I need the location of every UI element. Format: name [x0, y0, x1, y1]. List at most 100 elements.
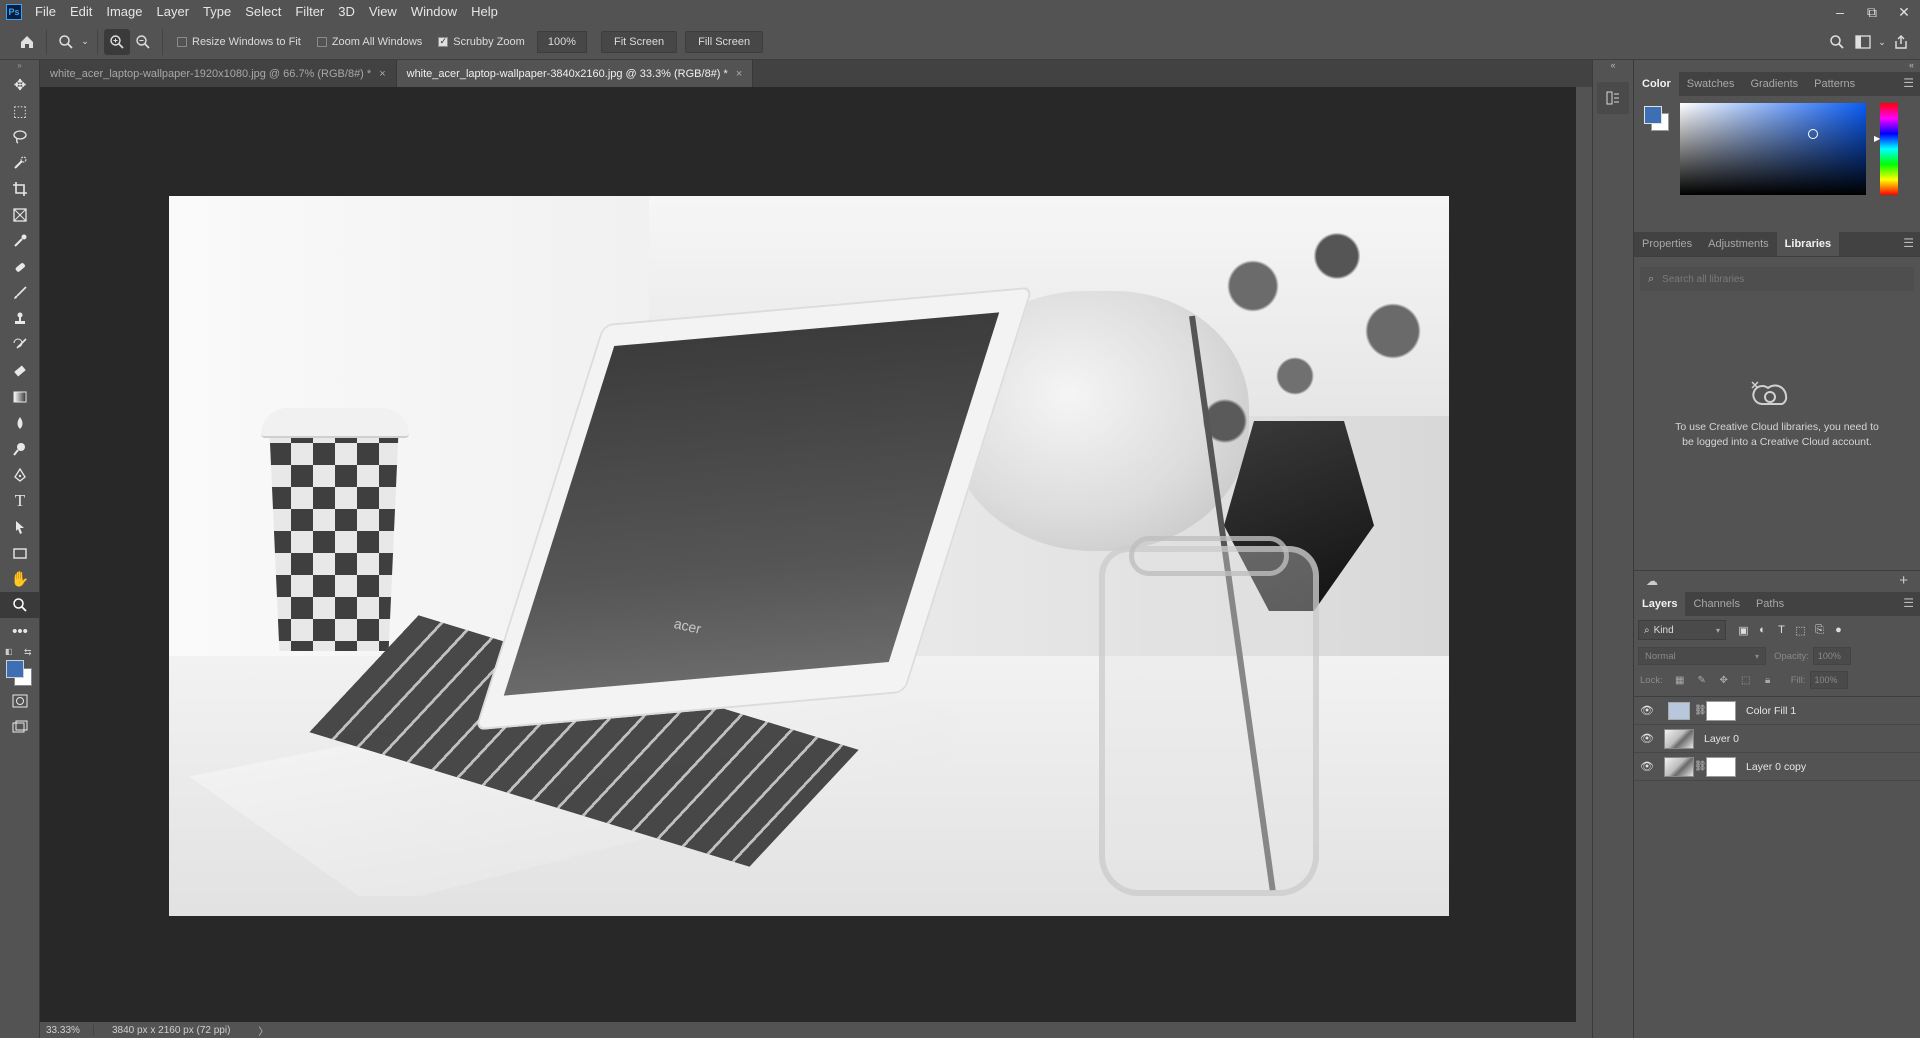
tab-layers[interactable]: Layers	[1634, 592, 1686, 616]
menu-filter[interactable]: Filter	[288, 0, 331, 24]
zoom-tool-icon[interactable]	[0, 592, 40, 618]
add-icon[interactable]: +	[1899, 572, 1908, 589]
canvas-scrollbar[interactable]	[1576, 87, 1592, 1022]
lock-image-icon[interactable]: ✎	[1691, 675, 1713, 686]
menu-type[interactable]: Type	[196, 0, 238, 24]
tab-channels[interactable]: Channels	[1685, 592, 1747, 616]
checkbox-box[interactable]	[316, 36, 327, 47]
close-icon[interactable]: ×	[736, 68, 742, 80]
rectangle-tool-icon[interactable]	[0, 540, 40, 566]
type-filter-icon[interactable]: T	[1772, 624, 1791, 637]
filter-toggle-icon[interactable]: ●	[1829, 624, 1848, 637]
visibility-eye-icon[interactable]: 👁︎	[1634, 760, 1660, 773]
canvas-area[interactable]: acer	[40, 87, 1576, 1022]
layer-row[interactable]: 👁︎ ⛓︎ Color Fill 1	[1634, 697, 1920, 725]
color-picker-field[interactable]	[1680, 103, 1866, 195]
hue-slider[interactable]	[1880, 103, 1898, 195]
lock-position-icon[interactable]: ✥	[1713, 675, 1735, 686]
shape-filter-icon[interactable]: ⬚	[1791, 624, 1810, 637]
lock-artboard-icon[interactable]: ⬚	[1735, 675, 1757, 686]
foreground-color-swatch[interactable]	[1644, 106, 1662, 124]
scrubby-zoom-checkbox[interactable]: ✓ Scrubby Zoom	[438, 36, 525, 48]
search-icon[interactable]	[1824, 29, 1850, 55]
blur-tool-icon[interactable]	[0, 410, 40, 436]
zoom-all-windows-checkbox[interactable]: Zoom All Windows	[316, 36, 422, 48]
path-selection-tool-icon[interactable]	[0, 514, 40, 540]
move-tool-icon[interactable]: ✥	[0, 72, 40, 98]
quick-mask-icon[interactable]	[0, 688, 40, 714]
pixel-filter-icon[interactable]: ▣	[1734, 624, 1753, 637]
smart-object-filter-icon[interactable]: ⎘	[1810, 624, 1829, 637]
menu-window[interactable]: Window	[404, 0, 464, 24]
tab-patterns[interactable]: Patterns	[1806, 72, 1863, 96]
zoom-out-icon[interactable]	[130, 29, 156, 55]
visibility-eye-icon[interactable]: 👁︎	[1634, 704, 1660, 717]
opacity-field[interactable]: 100%	[1812, 647, 1851, 665]
tab-adjustments[interactable]: Adjustments	[1700, 232, 1777, 256]
frame-tool-icon[interactable]	[0, 202, 40, 228]
tab-libraries[interactable]: Libraries	[1776, 232, 1840, 256]
gradient-tool-icon[interactable]	[0, 384, 40, 410]
dodge-tool-icon[interactable]	[0, 436, 40, 462]
crop-tool-icon[interactable]	[0, 176, 40, 202]
filter-kind-select[interactable]: ⌕ Kind ▾	[1638, 620, 1726, 640]
collapse-icon[interactable]: »	[0, 60, 39, 72]
menu-help[interactable]: Help	[464, 0, 505, 24]
resize-windows-checkbox[interactable]: Resize Windows to Fit	[177, 36, 301, 48]
clone-stamp-tool-icon[interactable]	[0, 306, 40, 332]
layer-row[interactable]: 👁︎ Layer 0	[1634, 725, 1920, 753]
quick-selection-tool-icon[interactable]	[0, 150, 40, 176]
menu-edit[interactable]: Edit	[63, 0, 99, 24]
checkmark-icon[interactable]: ✓	[438, 36, 449, 47]
chevron-down-icon[interactable]: ⌄	[79, 29, 91, 55]
menu-image[interactable]: Image	[99, 0, 149, 24]
share-icon[interactable]	[1888, 29, 1914, 55]
swap-colors-icon[interactable]: ⇆	[24, 647, 32, 658]
healing-brush-tool-icon[interactable]	[0, 254, 40, 280]
adjustment-filter-icon[interactable]: ◐	[1753, 624, 1772, 637]
marquee-tool-icon[interactable]: ⬚	[0, 98, 40, 124]
status-zoom[interactable]: 33.33%	[40, 1024, 94, 1036]
more-tools-icon[interactable]: •••	[0, 618, 40, 644]
lasso-tool-icon[interactable]	[0, 124, 40, 150]
document-tab-active[interactable]: white_acer_laptop-wallpaper-3840x2160.jp…	[396, 60, 754, 87]
tab-swatches[interactable]: Swatches	[1679, 72, 1743, 96]
foreground-color-swatch[interactable]	[6, 660, 24, 678]
zoom-in-icon[interactable]	[104, 28, 130, 55]
library-search-input[interactable]: ⌕ Search all libraries	[1640, 267, 1914, 291]
color-picker-marker[interactable]	[1808, 129, 1818, 139]
tab-gradients[interactable]: Gradients	[1742, 72, 1806, 96]
collapse-icon[interactable]: «	[1593, 60, 1633, 74]
document-image[interactable]: acer	[169, 196, 1449, 916]
close-button[interactable]: ✕	[1888, 0, 1920, 24]
fit-screen-button[interactable]: Fit Screen	[600, 30, 678, 53]
brush-tool-icon[interactable]	[0, 280, 40, 306]
fill-field[interactable]: 100%	[1809, 671, 1848, 689]
restore-button[interactable]: ⧉	[1856, 0, 1888, 24]
zoom-tool-preset-icon[interactable]	[53, 29, 79, 55]
menu-3d[interactable]: 3D	[331, 0, 362, 24]
fill-screen-button[interactable]: Fill Screen	[685, 30, 764, 53]
default-colors-icon[interactable]: ◧	[5, 647, 13, 656]
layer-mask-thumbnail[interactable]	[1706, 756, 1736, 777]
cloud-sync-icon[interactable]: ☁	[1646, 574, 1658, 588]
panel-menu-icon[interactable]: ☰	[1903, 76, 1914, 90]
menu-select[interactable]: Select	[238, 0, 288, 24]
history-brush-tool-icon[interactable]	[0, 332, 40, 358]
chevron-right-icon[interactable]: 〉	[258, 1023, 268, 1038]
panel-menu-icon[interactable]: ☰	[1903, 596, 1914, 610]
tab-properties[interactable]: Properties	[1634, 232, 1700, 256]
visibility-eye-icon[interactable]: 👁︎	[1634, 732, 1660, 745]
history-panel-icon[interactable]	[1597, 82, 1629, 114]
lock-all-icon[interactable]: 🔒︎	[1757, 675, 1779, 686]
minimize-button[interactable]: –	[1824, 0, 1856, 24]
pen-tool-icon[interactable]	[0, 462, 40, 488]
link-icon[interactable]: ⛓︎	[1694, 761, 1707, 772]
eraser-tool-icon[interactable]	[0, 358, 40, 384]
eyedropper-tool-icon[interactable]	[0, 228, 40, 254]
menu-view[interactable]: View	[362, 0, 404, 24]
menu-file[interactable]: File	[28, 0, 63, 24]
layer-mask-thumbnail[interactable]	[1706, 700, 1736, 721]
zoom-percentage-field[interactable]: 100%	[536, 30, 587, 53]
home-icon[interactable]	[14, 29, 40, 55]
